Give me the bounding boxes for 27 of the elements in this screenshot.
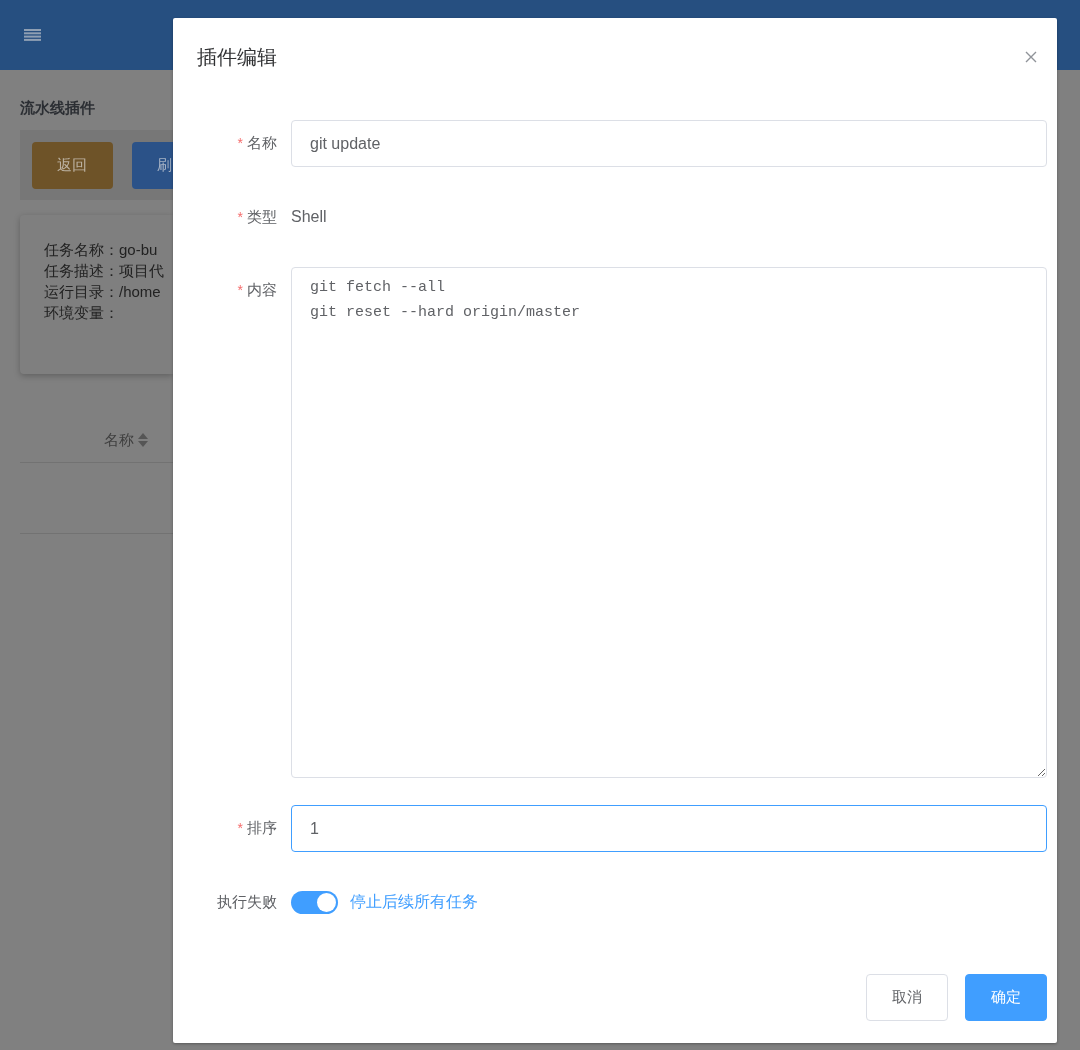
field-label: 类型 — [247, 208, 277, 225]
refresh-button[interactable]: 刷 — [131, 141, 173, 189]
input-field[interactable]: git update — [291, 120, 1047, 167]
field-label: 名称 — [247, 134, 277, 151]
field-label: 执行失败 — [217, 893, 277, 910]
required-mark: * — [237, 820, 243, 836]
cancel-button[interactable]: 取消 — [866, 974, 948, 1021]
back-button[interactable]: 返回 — [32, 141, 113, 189]
required-mark: * — [237, 209, 243, 225]
page-title: 流水线插件 — [20, 98, 96, 118]
field-value: Shell — [291, 208, 327, 226]
info-line: 运行目录：/home — [44, 282, 162, 302]
toggle-switch[interactable] — [291, 890, 338, 914]
input-field[interactable]: 1 — [291, 805, 1047, 852]
close-icon[interactable] — [1025, 51, 1037, 63]
content-field[interactable]: git fetch --all git reset --hard origin/master — [291, 267, 1047, 778]
info-line: 环境变量： — [44, 303, 120, 323]
field-label: 排序 — [247, 819, 277, 836]
required-mark: * — [237, 282, 243, 298]
info-line: 任务描述：项目代 — [44, 261, 165, 281]
sort-icon[interactable] — [138, 433, 148, 447]
menu-icon[interactable] — [24, 29, 41, 41]
dialog-title: 插件编辑 — [197, 44, 277, 70]
switch-label: 停止后续所有任务 — [350, 891, 478, 912]
required-mark: * — [237, 135, 243, 151]
info-line: 任务名称：go-bu — [44, 240, 159, 260]
field-label: 内容 — [247, 281, 277, 298]
